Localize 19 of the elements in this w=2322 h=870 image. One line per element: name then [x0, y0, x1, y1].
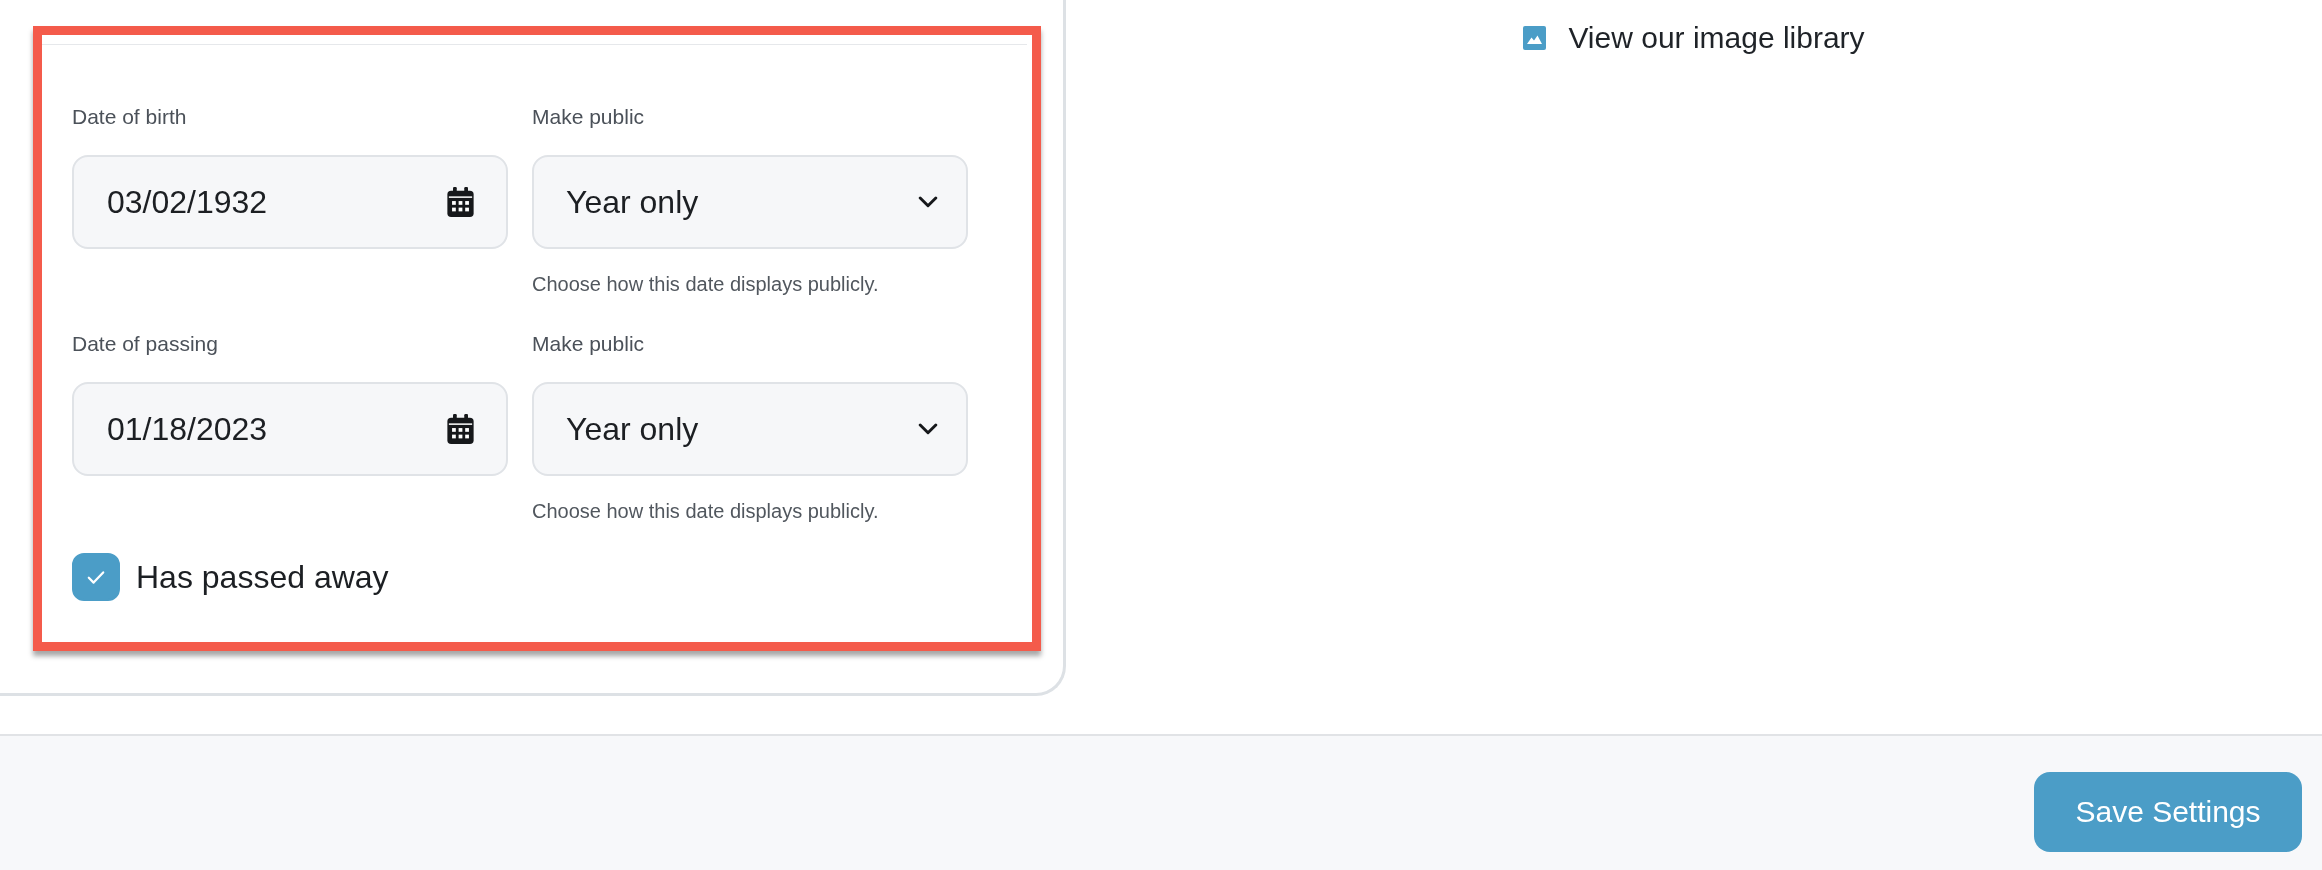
visibility-select[interactable]: Year only [532, 155, 968, 249]
date-field[interactable]: 03/02/1932 [72, 155, 508, 249]
date-field[interactable]: 01/18/2023 [72, 382, 508, 476]
image-icon [1523, 26, 1547, 50]
chevron-down-icon [918, 195, 938, 209]
calendar-icon [447, 414, 474, 444]
check-icon [87, 569, 105, 585]
visibility-select[interactable]: Year only [532, 382, 968, 476]
field-label: Date of birth [72, 104, 187, 130]
checkbox[interactable] [72, 553, 120, 601]
field-label: Date of passing [72, 331, 218, 357]
calendar-icon [447, 187, 474, 217]
chevron-down-icon [918, 422, 938, 436]
checkbox-label[interactable]: Has passed away [136, 557, 389, 597]
image-library-link[interactable]: View our image library [1523, 20, 1865, 56]
field-label: Make public [532, 331, 645, 357]
field-label: Make public [532, 104, 645, 130]
help-text: Choose how this date displays publicly. [532, 272, 879, 297]
help-text: Choose how this date displays publicly. [532, 499, 879, 524]
